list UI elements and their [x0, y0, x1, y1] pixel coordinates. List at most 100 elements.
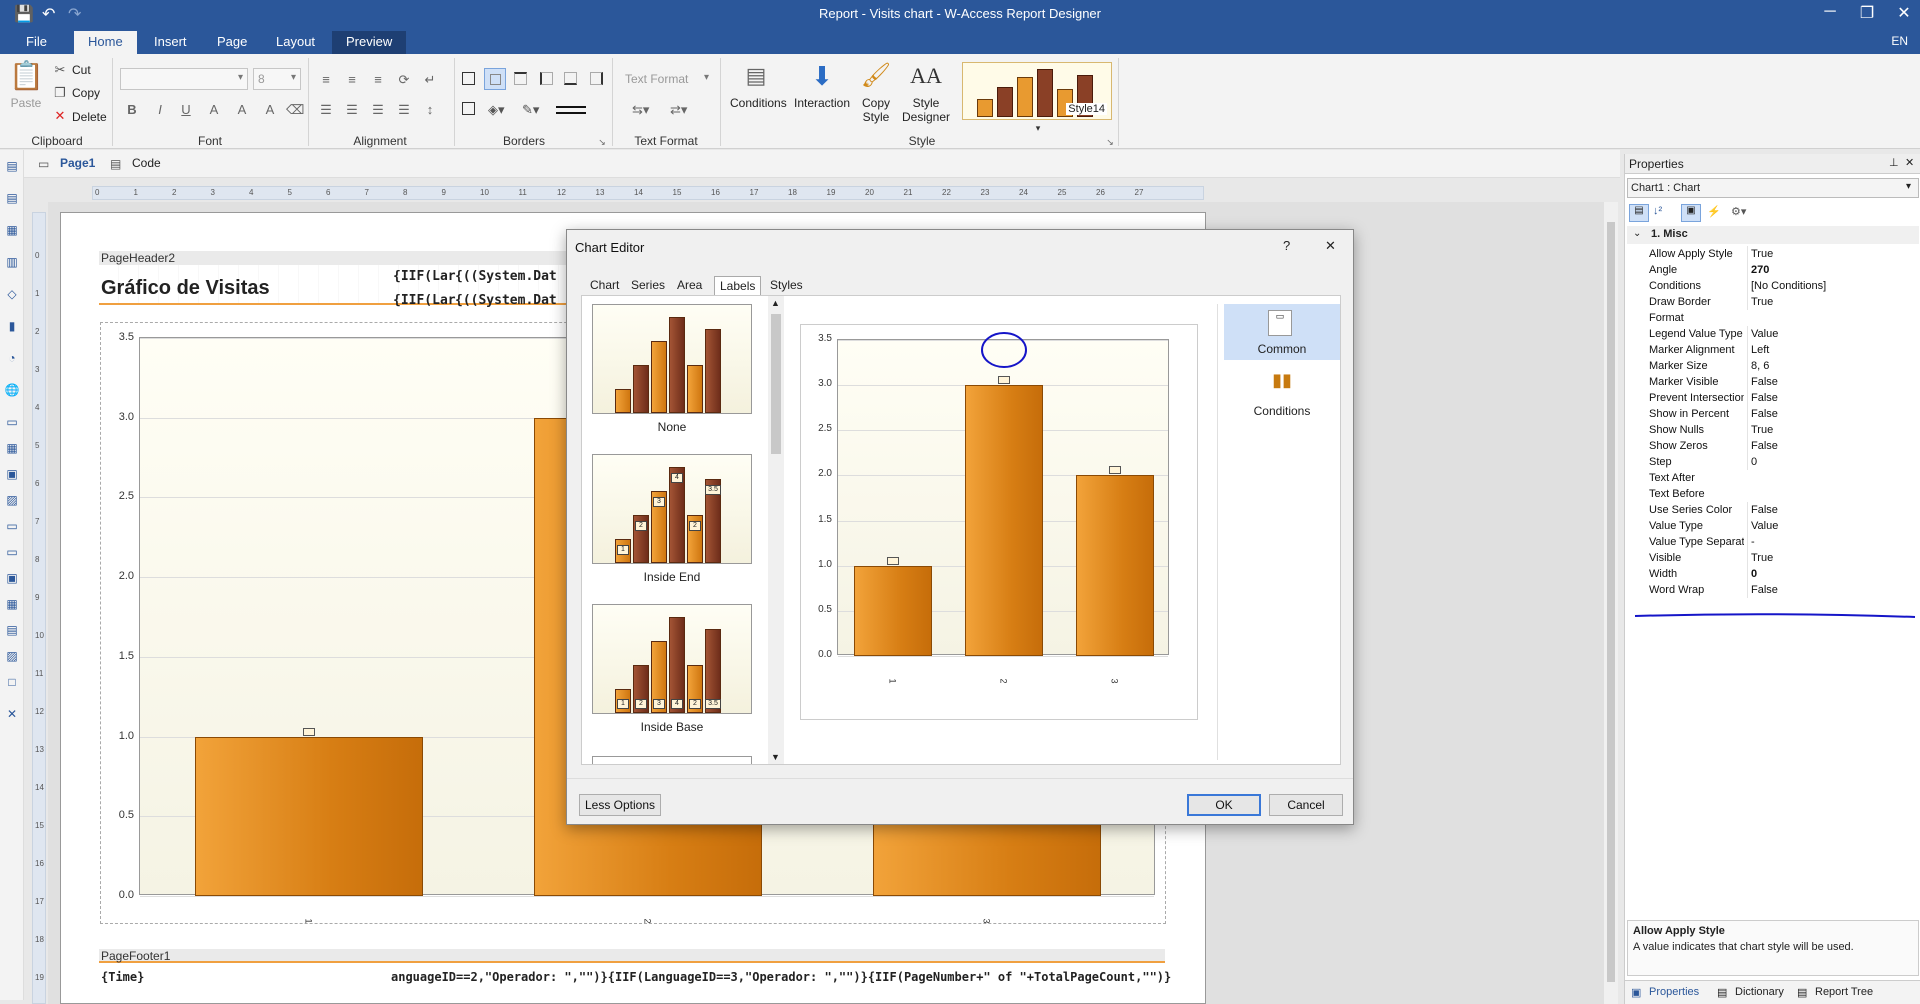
property-row[interactable]: Visible True	[1649, 550, 1919, 566]
property-value[interactable]: 0	[1747, 454, 1917, 470]
dialog-tab-area[interactable]: Area	[672, 276, 707, 296]
fill-color-icon[interactable]: ◈▾	[488, 102, 505, 118]
tab-report-tree[interactable]: Report Tree	[1815, 986, 1873, 998]
subreport-icon[interactable]: ▭	[4, 544, 20, 560]
property-row[interactable]: Marker Alignment Left	[1649, 342, 1919, 358]
less-options-button[interactable]: Less Options	[579, 794, 661, 816]
dialog-tab-styles[interactable]: Styles	[765, 276, 808, 296]
property-value[interactable]: -	[1747, 534, 1917, 550]
wordwrap-icon[interactable]: ↵	[422, 72, 438, 88]
border-style-icon[interactable]	[556, 106, 586, 114]
close-icon[interactable]: ✕	[1889, 3, 1919, 23]
page-icon[interactable]: ▭	[4, 414, 20, 430]
richtext-icon[interactable]: ▣	[4, 466, 20, 482]
minimize-icon[interactable]: ─	[1815, 3, 1845, 21]
copy-button[interactable]: Copy	[72, 86, 100, 100]
cut-button[interactable]: Cut	[72, 63, 91, 77]
property-row[interactable]: Text Before	[1649, 486, 1919, 502]
property-row[interactable]: Format	[1649, 310, 1919, 326]
category-misc[interactable]: ⌄ 1. Misc	[1627, 226, 1919, 244]
help-button[interactable]: ?	[1283, 238, 1290, 253]
property-value[interactable]: False	[1747, 406, 1917, 422]
font-name-combo[interactable]	[120, 68, 248, 90]
maximize-icon[interactable]: ❐	[1852, 3, 1882, 23]
property-row[interactable]: Text After	[1649, 470, 1919, 486]
chart-bar[interactable]	[1075, 475, 1154, 656]
property-row[interactable]: Width 0	[1649, 566, 1919, 582]
properties-icon[interactable]: ▣	[1681, 204, 1701, 222]
scroll-thumb[interactable]	[1607, 222, 1615, 982]
dialog-tab-labels[interactable]: Labels	[714, 276, 762, 296]
align-top-icon[interactable]: ≡	[318, 72, 334, 88]
font-color-icon[interactable]: A	[262, 102, 278, 118]
scroll-thumb[interactable]	[771, 314, 781, 454]
property-row[interactable]: Value Type Separator -	[1649, 534, 1919, 550]
conditions-button[interactable]: ▤ Conditions	[730, 60, 787, 110]
style-designer-button[interactable]: AA Style Designer	[900, 60, 952, 124]
common-button[interactable]: ▭ Common	[1224, 304, 1340, 360]
align-left-icon[interactable]: ☰	[318, 102, 334, 118]
language-selector[interactable]: EN	[1891, 34, 1908, 48]
property-row[interactable]: Conditions [No Conditions]	[1649, 278, 1919, 294]
tab-page1[interactable]: Page1	[60, 156, 95, 170]
font-size-combo[interactable]: 8	[253, 68, 301, 90]
canvas-scrollbar[interactable]	[1604, 202, 1618, 1004]
property-row[interactable]: Draw Border True	[1649, 294, 1919, 310]
rotate-icon[interactable]: ⟳	[396, 72, 412, 88]
property-value[interactable]: False	[1747, 390, 1917, 406]
ok-button[interactable]: OK	[1187, 794, 1261, 816]
thumb-none[interactable]	[592, 304, 752, 414]
interaction-button[interactable]: ⬇ Interaction	[794, 60, 850, 110]
tab-insert[interactable]: Insert	[140, 31, 201, 54]
table-icon[interactable]: ▦	[4, 440, 20, 456]
align-center-icon[interactable]: ☰	[344, 102, 360, 118]
scroll-up-icon[interactable]: ▲	[771, 298, 780, 308]
picture-icon[interactable]: ▨	[4, 648, 20, 664]
tab-layout[interactable]: Layout	[262, 31, 329, 54]
events-icon[interactable]: ⚡	[1707, 205, 1721, 218]
tab-properties[interactable]: Properties	[1649, 986, 1699, 998]
property-value[interactable]: Value	[1747, 326, 1917, 342]
label-type-list[interactable]: None 1 2 3 4 2 3.5 Inside End 1 2 3 4 2 …	[582, 296, 752, 764]
rectangle-icon[interactable]: □	[4, 674, 20, 690]
property-row[interactable]: Value Type Value	[1649, 518, 1919, 534]
chart-bar[interactable]	[965, 385, 1043, 656]
format-options-icon[interactable]: ⇄▾	[670, 102, 687, 118]
text-icon[interactable]: ▦	[4, 222, 20, 238]
property-row[interactable]: Show Zeros False	[1649, 438, 1919, 454]
object-selector[interactable]: Chart1 : Chart ▾	[1627, 178, 1919, 198]
property-value[interactable]: True	[1747, 246, 1917, 262]
italic-icon[interactable]: I	[152, 102, 168, 118]
font-grow-icon[interactable]: A	[206, 102, 222, 118]
chart-bar[interactable]	[195, 736, 424, 896]
border-bottom-icon[interactable]	[564, 72, 577, 85]
close-button[interactable]: ✕	[1325, 238, 1336, 254]
tab-code[interactable]: Code	[132, 156, 161, 170]
pin-icon[interactable]: ⊥	[1889, 156, 1899, 169]
property-row[interactable]: Show in Percent False	[1649, 406, 1919, 422]
property-row[interactable]: Word Wrap False	[1649, 582, 1919, 598]
tab-dictionary[interactable]: Dictionary	[1735, 986, 1784, 998]
align-middle-icon[interactable]: ≡	[344, 72, 360, 88]
property-row[interactable]: Prevent Intersection False	[1649, 390, 1919, 406]
bold-icon[interactable]: B	[124, 102, 140, 118]
scroll-down-icon[interactable]: ▼	[771, 752, 780, 762]
thumbs-scrollbar[interactable]: ▲ ▼	[768, 296, 784, 764]
panel-icon[interactable]: ▭	[4, 518, 20, 534]
sort-icon[interactable]: ↓²	[1653, 205, 1662, 217]
tab-file[interactable]: File	[12, 31, 61, 54]
border-all-icon[interactable]	[462, 72, 475, 85]
copy-style-button[interactable]: 🖌 Copy Style	[858, 60, 894, 124]
shadow-icon[interactable]	[462, 102, 475, 115]
property-value[interactable]: 270	[1747, 262, 1917, 278]
thumb-inside-end[interactable]: 1 2 3 4 2 3.5	[592, 454, 752, 564]
property-value[interactable]: Left	[1747, 342, 1917, 358]
property-value[interactable]: True	[1747, 294, 1917, 310]
property-value[interactable]: Value	[1747, 518, 1917, 534]
eraser-icon[interactable]: ⌫	[286, 102, 304, 118]
line-spacing-icon[interactable]: ↕	[422, 102, 438, 118]
property-value[interactable]: False	[1747, 502, 1917, 518]
align-bottom-icon[interactable]: ≡	[370, 72, 386, 88]
property-row[interactable]: Marker Size 8, 6	[1649, 358, 1919, 374]
dialog-launcher-icon[interactable]: ↘	[1102, 134, 1118, 150]
